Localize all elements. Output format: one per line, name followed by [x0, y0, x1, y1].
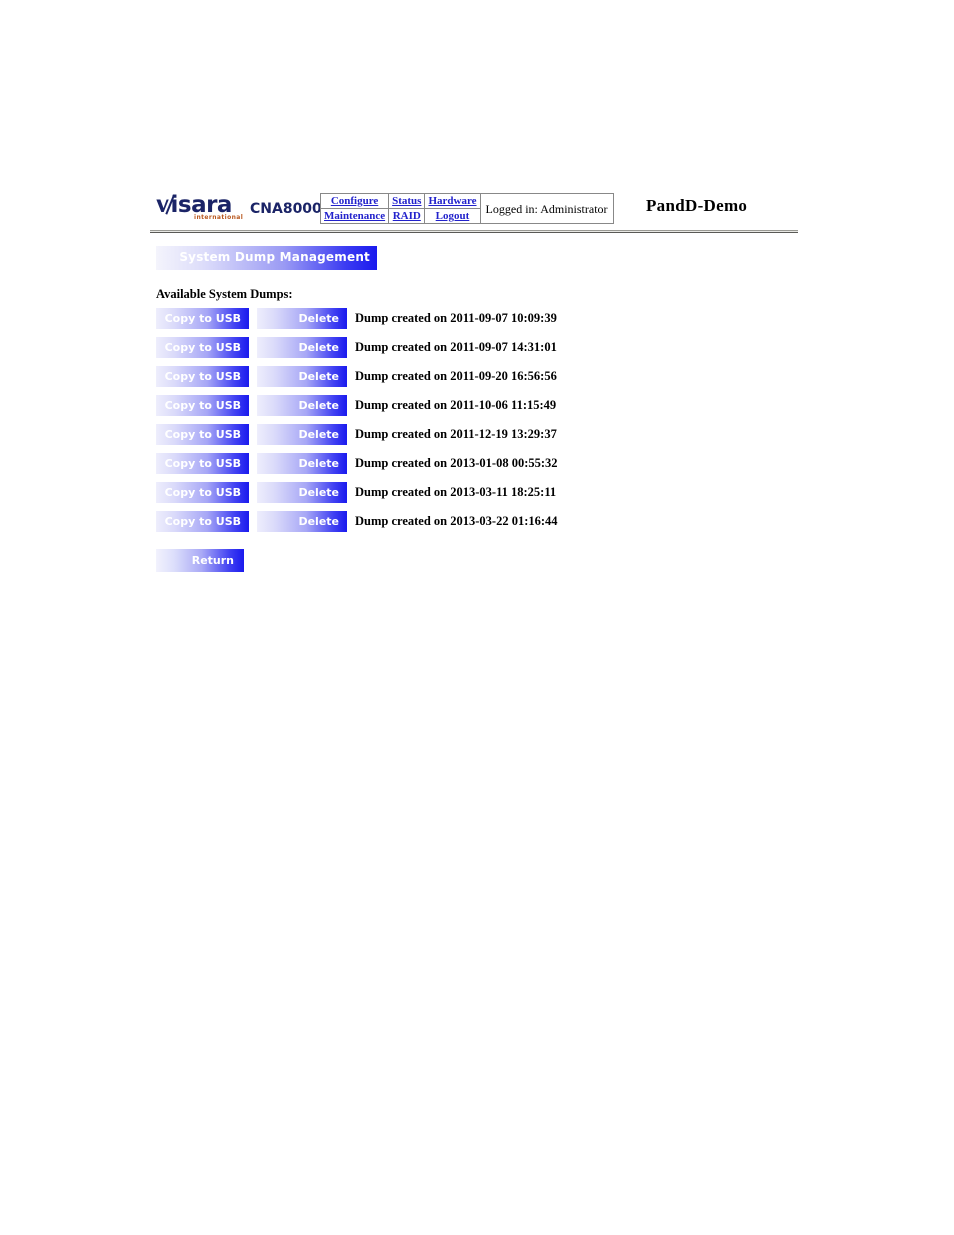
dump-description: Dump created on 2013-03-22 01:16:44	[355, 514, 558, 528]
dump-row: Copy to USB Delete Dump created on 2013-03…	[156, 511, 796, 540]
dump-description: Dump created on 2013-03-11 18:25:11	[355, 485, 557, 499]
delete-button[interactable]: Delete	[257, 395, 347, 416]
delete-button[interactable]: Delete	[257, 366, 347, 387]
main-nav-table: Configure Status Hardware Logged in: Adm…	[319, 193, 614, 224]
site-header: visara international CNA8000 Configure S…	[156, 190, 816, 230]
copy-to-usb-button[interactable]: Copy to USB	[156, 424, 249, 445]
return-button[interactable]: Return	[156, 549, 244, 572]
copy-to-usb-button[interactable]: Copy to USB	[156, 511, 249, 532]
header-divider	[150, 230, 798, 233]
delete-button[interactable]: Delete	[257, 308, 347, 329]
dump-description: Dump created on 2011-09-20 16:56:56	[355, 369, 557, 383]
nav-row-1: Configure Status Hardware Logged in: Adm…	[319, 193, 614, 224]
nav-cell-raid[interactable]: RAID	[388, 208, 426, 224]
copy-to-usb-button[interactable]: Copy to USB	[156, 453, 249, 474]
delete-label: Delete	[298, 341, 339, 354]
delete-label: Delete	[298, 457, 339, 470]
delete-label: Delete	[298, 428, 339, 441]
copy-to-usb-label: Copy to USB	[164, 341, 241, 354]
copy-to-usb-button[interactable]: Copy to USB	[156, 395, 249, 416]
page-title: System Dump Management	[179, 250, 370, 264]
nav-cell-logout[interactable]: Logout	[424, 208, 481, 224]
logged-in-status: Logged in: Administrator	[479, 193, 614, 224]
site-title: PandD-Demo	[646, 196, 748, 215]
copy-to-usb-label: Copy to USB	[164, 370, 241, 383]
delete-button[interactable]: Delete	[257, 511, 347, 532]
dump-row: Copy to USB Delete Dump created on 2011-09…	[156, 337, 796, 366]
delete-button[interactable]: Delete	[257, 453, 347, 474]
dump-row: Copy to USB Delete Dump created on 2011-10…	[156, 395, 796, 424]
nav-link-maintenance[interactable]: Maintenance	[324, 210, 385, 222]
dump-description: Dump created on 2013-01-08 00:55:32	[355, 456, 558, 470]
nav-link-hardware[interactable]: Hardware	[428, 195, 476, 207]
dump-row: Copy to USB Delete Dump created on 2011-09…	[156, 366, 796, 395]
page-root: visara international CNA8000 Configure S…	[0, 0, 954, 1235]
delete-button[interactable]: Delete	[257, 337, 347, 358]
dump-list: Copy to USB Delete Dump created on 2011-09…	[156, 308, 796, 540]
dump-row: Copy to USB Delete Dump created on 2013-01…	[156, 453, 796, 482]
page-title-banner: System Dump Management	[156, 246, 377, 270]
delete-label: Delete	[298, 486, 339, 499]
return-button-label: Return	[191, 554, 234, 567]
delete-label: Delete	[298, 312, 339, 325]
copy-to-usb-label: Copy to USB	[164, 486, 241, 499]
dump-row: Copy to USB Delete Dump created on 2011-12…	[156, 424, 796, 453]
available-dumps-label: Available System Dumps:	[156, 287, 293, 301]
dump-row: Copy to USB Delete Dump created on 2011-09…	[156, 308, 796, 337]
delete-label: Delete	[298, 370, 339, 383]
copy-to-usb-label: Copy to USB	[164, 457, 241, 470]
logo-subtext: international	[194, 214, 244, 221]
nav-link-configure[interactable]: Configure	[331, 195, 378, 207]
copy-to-usb-label: Copy to USB	[164, 312, 241, 325]
copy-to-usb-label: Copy to USB	[164, 399, 241, 412]
nav-cell-maintenance[interactable]: Maintenance	[319, 208, 390, 224]
nav-link-logout[interactable]: Logout	[436, 210, 470, 222]
dump-row: Copy to USB Delete Dump created on 2013-03…	[156, 482, 796, 511]
dump-description: Dump created on 2011-10-06 11:15:49	[355, 398, 557, 412]
nav-cell-status[interactable]: Status	[388, 193, 426, 209]
copy-to-usb-button[interactable]: Copy to USB	[156, 337, 249, 358]
delete-button[interactable]: Delete	[257, 482, 347, 503]
visara-logo-icon: visara international	[156, 193, 244, 224]
product-name: CNA8000	[250, 201, 322, 217]
dump-description: Dump created on 2011-09-07 14:31:01	[355, 340, 557, 354]
nav-cell-hardware[interactable]: Hardware	[424, 193, 481, 209]
copy-to-usb-button[interactable]: Copy to USB	[156, 482, 249, 503]
copy-to-usb-label: Copy to USB	[164, 428, 241, 441]
delete-button[interactable]: Delete	[257, 424, 347, 445]
delete-label: Delete	[298, 515, 339, 528]
copy-to-usb-button[interactable]: Copy to USB	[156, 366, 249, 387]
nav-link-status[interactable]: Status	[392, 195, 421, 207]
dump-description: Dump created on 2011-09-07 10:09:39	[355, 311, 557, 325]
copy-to-usb-button[interactable]: Copy to USB	[156, 308, 249, 329]
copy-to-usb-label: Copy to USB	[164, 515, 241, 528]
delete-label: Delete	[298, 399, 339, 412]
nav-cell-configure[interactable]: Configure	[319, 193, 390, 209]
dump-description: Dump created on 2011-12-19 13:29:37	[355, 427, 557, 441]
nav-link-raid[interactable]: RAID	[393, 210, 421, 222]
